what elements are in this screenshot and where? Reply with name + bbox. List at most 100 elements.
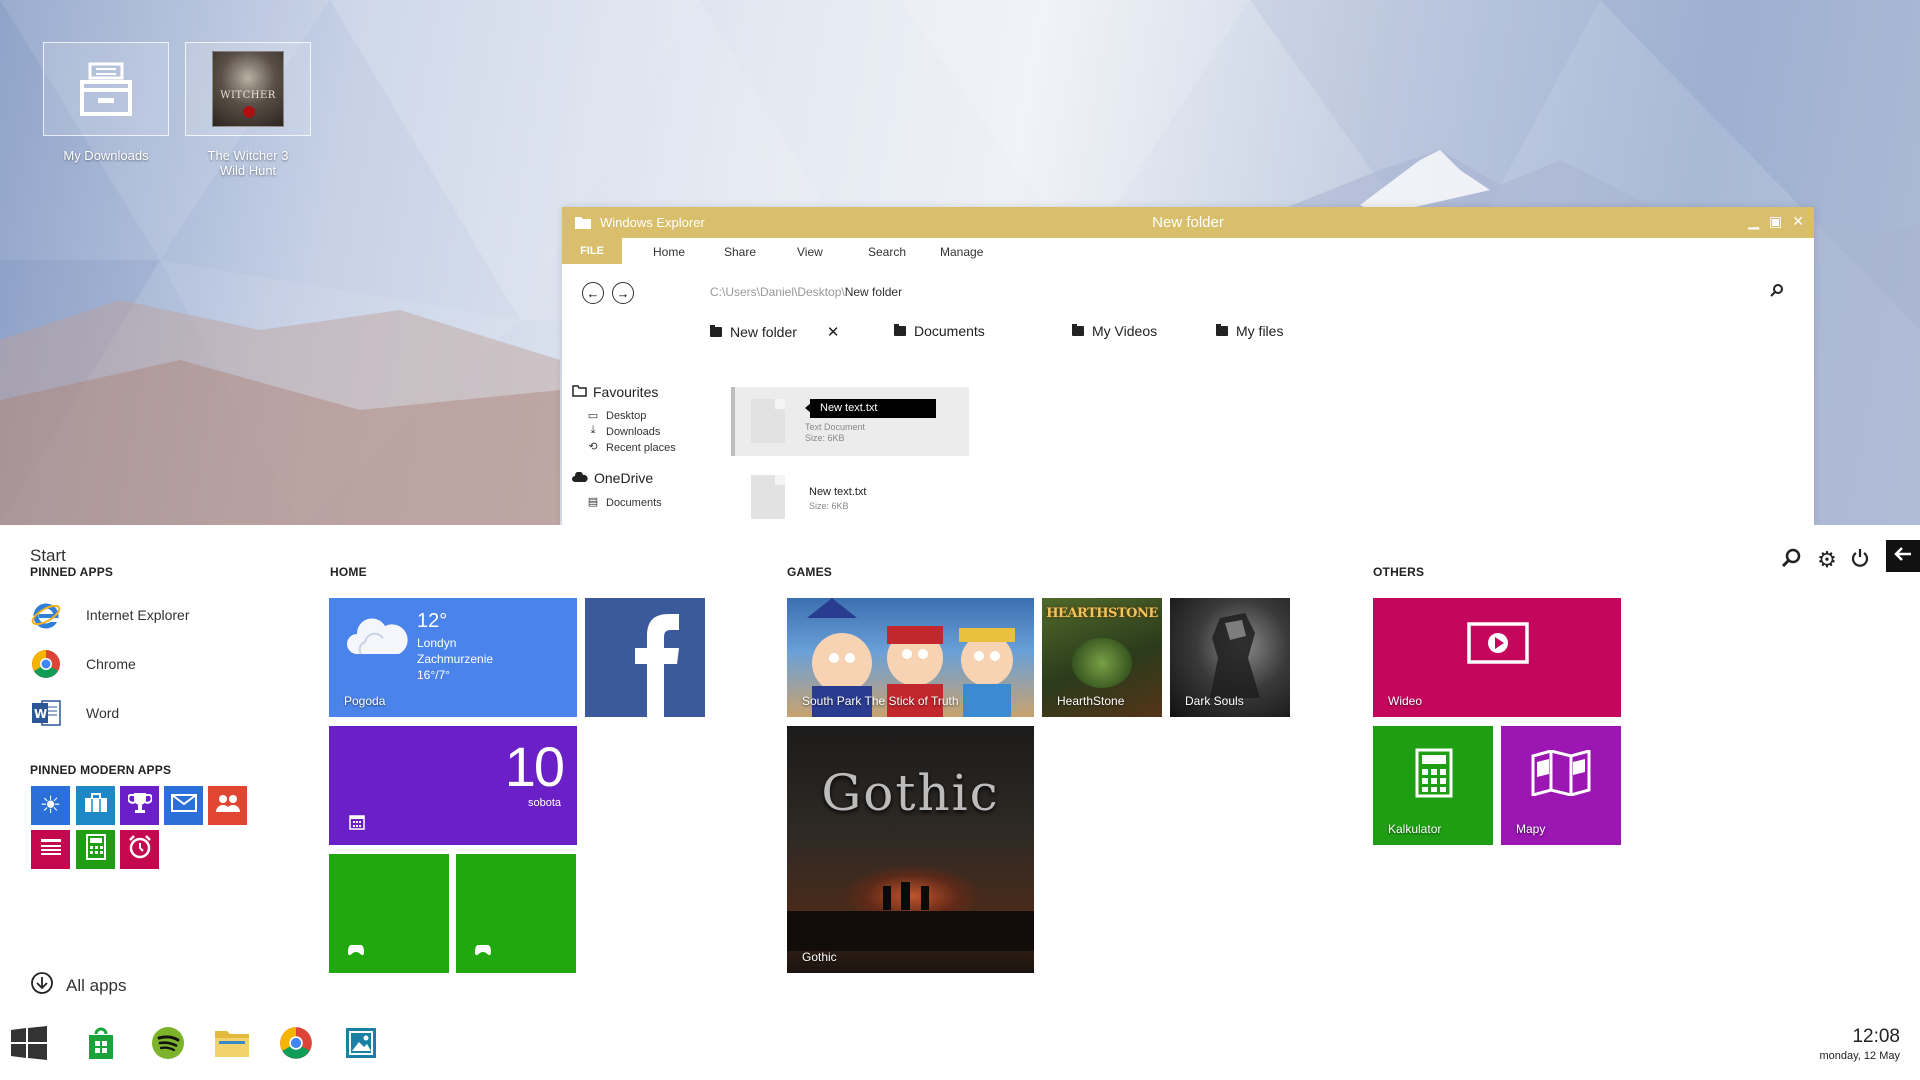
desktop-background: My Downloads WITCHER The Witcher 3 Wild … [0, 0, 1920, 525]
forward-button[interactable]: → [612, 282, 634, 304]
maximize-icon[interactable]: ▣ [1769, 213, 1782, 230]
taskbar: 12:08 monday, 12 May [0, 1015, 1920, 1080]
pinned-app-internet-explorer[interactable]: Internet Explorer [30, 599, 190, 631]
quick-access-new-folder[interactable]: New folder ✕ [710, 323, 840, 341]
arrow-left-icon [1894, 546, 1912, 566]
sidebar-item-onedrive-documents[interactable]: Documents [606, 497, 662, 509]
start-button[interactable] [9, 1025, 49, 1065]
pinned-app-word[interactable]: W Word [30, 697, 119, 729]
tile-weather[interactable]: 12° Londyn Zachmurzenie 16°/7° Pogoda [329, 598, 577, 717]
modern-app-calculator[interactable] [76, 830, 115, 869]
ribbon-tab-manage[interactable]: Manage [940, 245, 983, 259]
text-document-icon [751, 399, 785, 443]
taskbar-photos[interactable] [341, 1025, 381, 1065]
tile-calculator[interactable]: Kalkulator [1373, 726, 1493, 845]
file-item[interactable]: New text.txt Size: 6KB [731, 475, 969, 525]
tile-label: South Park The Stick of Truth [802, 694, 959, 708]
quick-access-label: New folder [730, 324, 797, 340]
tile-calendar[interactable]: 10 sobota [329, 726, 577, 845]
all-apps-button[interactable]: All apps [30, 971, 126, 1000]
ribbon-tab-home[interactable]: Home [653, 245, 685, 259]
tile-south-park[interactable]: South Park The Stick of Truth [787, 598, 1034, 717]
file-item-selected[interactable]: New text.txt Text Document Size: 6KB [731, 387, 969, 456]
pinned-app-label: Word [86, 705, 120, 721]
close-icon[interactable]: ✕ [1792, 213, 1804, 230]
download-arrow-icon: ⤓ [590, 424, 596, 436]
chrome-icon [279, 1026, 313, 1065]
taskbar-clock[interactable]: 12:08 monday, 12 May [1819, 1026, 1900, 1062]
folder-icon [894, 324, 906, 336]
text-document-icon [751, 475, 785, 519]
calendar-day: 10 [504, 735, 565, 798]
quick-access-my-videos[interactable]: My Videos [1072, 323, 1157, 339]
explorer-ribbon: FILE Home Share View Search Manage [562, 238, 1814, 264]
quick-access-label: My Videos [1092, 323, 1158, 339]
modern-app-news[interactable] [31, 830, 70, 869]
favourites-folder-icon [572, 384, 587, 400]
minimize-icon[interactable]: ▁ [1748, 213, 1759, 230]
desktop-icon-my-downloads[interactable]: My Downloads [43, 42, 169, 163]
modern-app-mail[interactable] [164, 786, 203, 825]
address-bar[interactable]: C:\Users\Daniel\Desktop\New folder [710, 285, 902, 299]
quick-access-label: Documents [914, 323, 985, 339]
modern-app-store[interactable] [76, 786, 115, 825]
ribbon-tab-file[interactable]: FILE [562, 238, 622, 264]
taskbar-store[interactable] [81, 1025, 121, 1065]
desktop-icon-witcher-3[interactable]: WITCHER The Witcher 3 Wild Hunt [185, 42, 311, 178]
explorer-titlebar[interactable]: Windows Explorer New folder ▁ ▣ ✕ [562, 207, 1814, 238]
tile-dark-souls[interactable]: Dark Souls [1170, 598, 1290, 717]
taskbar-file-explorer[interactable] [212, 1025, 252, 1065]
tile-facebook[interactable] [585, 598, 705, 717]
search-icon[interactable] [1770, 283, 1784, 302]
pinned-app-label: Internet Explorer [86, 607, 190, 623]
clock-date: monday, 12 May [1819, 1050, 1900, 1062]
ribbon-tab-share[interactable]: Share [724, 245, 756, 259]
start-power-button[interactable] [1847, 547, 1873, 573]
sidebar-item-downloads[interactable]: Downloads [606, 426, 660, 438]
taskbar-chrome[interactable] [276, 1025, 316, 1065]
all-apps-label: All apps [66, 975, 127, 995]
tile-maps[interactable]: Mapy [1501, 726, 1621, 845]
weather-temp: 12° [417, 610, 448, 632]
file-type: Text Document [805, 422, 866, 432]
tile-label: HearthStone [1057, 694, 1125, 708]
close-tab-icon[interactable]: ✕ [827, 323, 840, 341]
sidebar-item-desktop[interactable]: Desktop [606, 410, 646, 422]
quick-access-my-files[interactable]: My files [1216, 323, 1283, 339]
quick-access-documents[interactable]: Documents [894, 323, 985, 339]
tile-gothic[interactable]: Gothic Gothic [787, 726, 1034, 973]
ribbon-tab-search[interactable]: Search [868, 245, 906, 259]
rename-input[interactable]: New text.txt [810, 399, 936, 418]
start-search-button[interactable] [1778, 547, 1804, 573]
sidebar-onedrive[interactable]: OneDrive [572, 470, 653, 486]
sidebar-item-recent-places[interactable]: Recent places [606, 442, 676, 454]
tile-xbox-games-1[interactable] [329, 854, 449, 973]
arrow-left-icon: ← [586, 285, 600, 301]
downloads-box-icon [43, 42, 169, 136]
tile-hearthstone[interactable]: HEARTHSTONE HearthStone [1042, 598, 1162, 717]
modern-app-people[interactable] [208, 786, 247, 825]
witcher-logo-text: WITCHER [220, 90, 276, 101]
photos-icon [345, 1027, 377, 1064]
word-icon: W [30, 697, 62, 729]
sun-icon: ☀ [39, 792, 62, 819]
group-heading-home: HOME [330, 565, 367, 579]
sidebar-favourites[interactable]: Favourites [572, 384, 658, 400]
modern-app-alarms[interactable] [120, 830, 159, 869]
tile-video[interactable]: Wideo [1373, 598, 1621, 717]
taskbar-spotify[interactable] [148, 1025, 188, 1065]
tile-xbox-games-2[interactable] [456, 854, 576, 973]
start-settings-button[interactable]: ⚙ [1814, 547, 1840, 573]
start-collapse-button[interactable] [1886, 540, 1920, 572]
modern-app-achievements[interactable] [120, 786, 159, 825]
arrow-right-icon: → [616, 285, 630, 301]
modern-app-weather[interactable]: ☀ [31, 786, 70, 825]
pinned-app-chrome[interactable]: Chrome [30, 648, 136, 680]
back-button[interactable]: ← [582, 282, 604, 304]
explorer-window[interactable]: Windows Explorer New folder ▁ ▣ ✕ FILE H… [562, 207, 1814, 525]
ribbon-tab-view[interactable]: View [797, 245, 823, 259]
address-path-current: New folder [844, 285, 903, 299]
start-title: Start [30, 546, 66, 565]
svg-text:W: W [34, 707, 47, 721]
mail-icon [170, 794, 197, 817]
